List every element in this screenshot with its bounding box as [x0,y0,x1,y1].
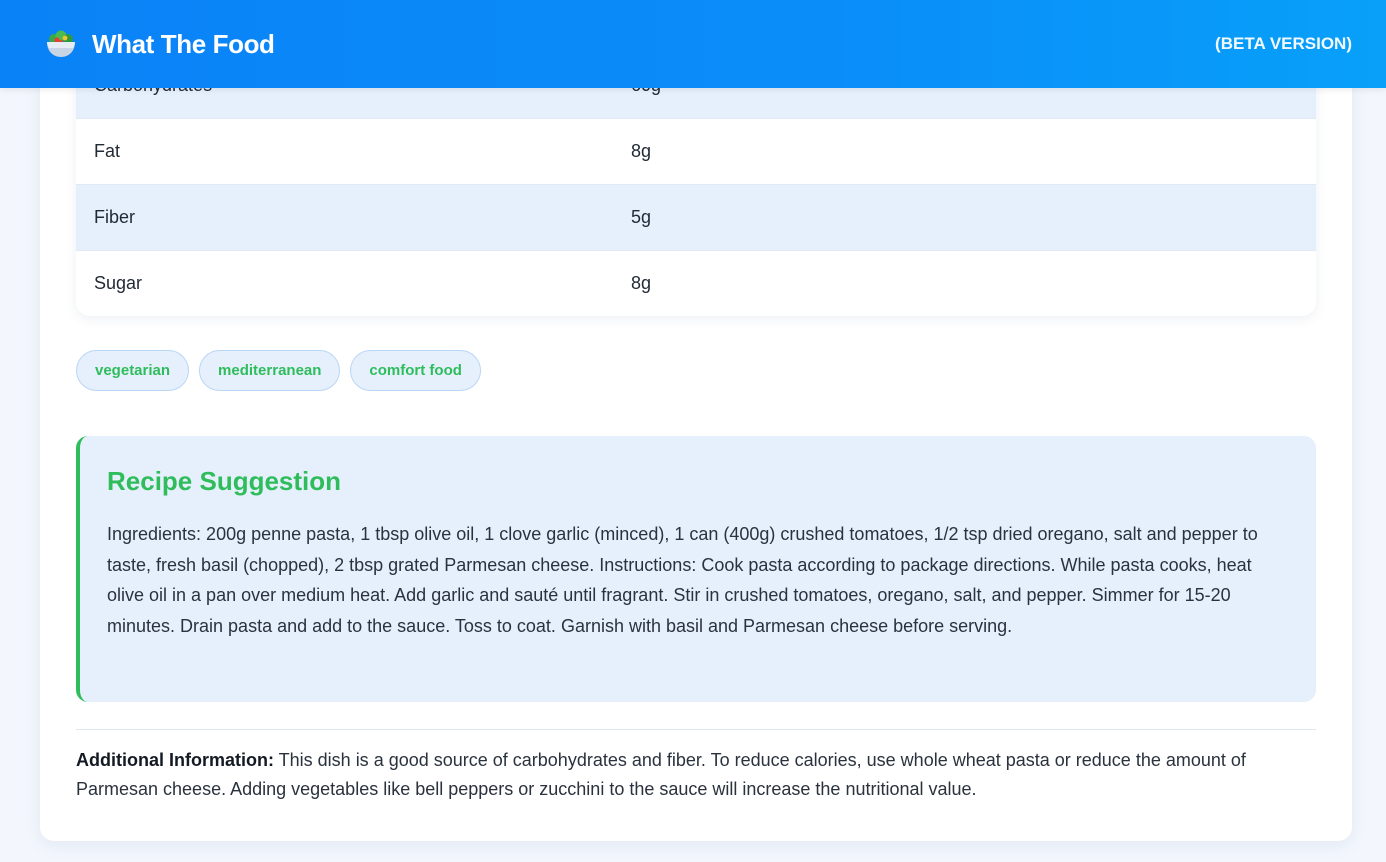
nutrient-value: 8g [631,273,652,293]
additional-information-label: Additional Information: [76,750,274,770]
recipe-title: Recipe Suggestion [107,466,342,496]
result-card: Carbohydrates 60g Fat 8g Fiber 5g Sugar … [40,0,1352,841]
brand[interactable]: What The Food [44,27,275,61]
nutrient-value: 8g [631,141,652,161]
beta-version-label: (BETA VERSION) [1215,34,1352,53]
table-row: Fiber 5g [76,184,1316,250]
app-title: What The Food [92,28,275,59]
table-row: Sugar 8g [76,250,1316,316]
recipe-body: Ingredients: 200g penne pasta, 1 tbsp ol… [107,524,1258,636]
table-row: Fat 8g [76,118,1316,184]
nutrient-label: Sugar [94,273,143,293]
app-header: What The Food (BETA VERSION) [0,0,1386,88]
recipe-suggestion-box: Recipe Suggestion Ingredients: 200g penn… [76,436,1316,702]
nutrition-table: Carbohydrates 60g Fat 8g Fiber 5g Sugar … [76,52,1316,316]
page: Carbohydrates 60g Fat 8g Fiber 5g Sugar … [0,0,1386,862]
nutrient-label: Fiber [94,207,136,227]
tag-comfort-food[interactable]: comfort food [350,350,481,391]
nutrient-label: Fat [94,141,121,161]
tag-list: vegetarian mediterranean comfort food [76,350,481,391]
divider [76,729,1316,730]
tag-vegetarian[interactable]: vegetarian [76,350,190,391]
salad-bowl-icon [44,27,78,61]
additional-information: Additional Information: This dish is a g… [76,746,1316,803]
tag-mediterranean[interactable]: mediterranean [199,350,341,391]
nutrient-value: 5g [631,207,652,227]
